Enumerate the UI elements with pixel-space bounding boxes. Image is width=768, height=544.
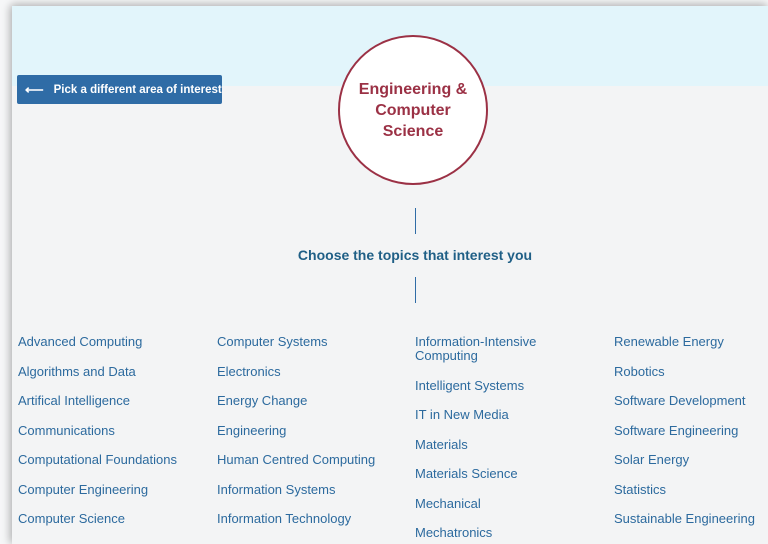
topic-link[interactable]: Artifical Intelligence: [18, 394, 177, 408]
topic-link[interactable]: Mechanical: [415, 496, 565, 511]
topic-link[interactable]: IT in New Media: [415, 408, 565, 422]
back-to-areas-button[interactable]: ⟵ Pick a different area of interest: [17, 75, 222, 104]
topic-link[interactable]: Information Technology: [217, 512, 375, 526]
topic-link[interactable]: Communications: [18, 423, 177, 438]
topic-link[interactable]: Software Development: [614, 394, 755, 408]
topic-link[interactable]: Energy Change: [217, 394, 375, 408]
topic-link[interactable]: Electronics: [217, 364, 375, 379]
connector-line-top: [415, 208, 416, 234]
topic-link[interactable]: Solar Energy: [614, 453, 755, 467]
area-title: Engineering & Computer Science: [358, 80, 468, 140]
topic-link[interactable]: Statistics: [614, 482, 755, 497]
topic-link[interactable]: Materials Science: [415, 467, 565, 481]
topic-link[interactable]: Materials: [415, 437, 565, 452]
topic-link[interactable]: Mechatronics: [415, 526, 565, 540]
topic-column-3: Information-Intensive Computing Intellig…: [415, 335, 565, 544]
page-background: ⟵ Pick a different area of interest Engi…: [0, 0, 768, 544]
topic-link[interactable]: Advanced Computing: [18, 335, 177, 349]
topic-link[interactable]: Computer Science: [18, 512, 177, 526]
topic-link[interactable]: Software Engineering: [614, 423, 755, 438]
topic-link[interactable]: Robotics: [614, 364, 755, 379]
topic-link[interactable]: Human Centred Computing: [217, 453, 375, 467]
topic-column-4: Renewable Energy Robotics Software Devel…: [614, 335, 755, 542]
topic-link[interactable]: Engineering: [217, 423, 375, 438]
topic-link[interactable]: Renewable Energy: [614, 335, 755, 349]
topic-link[interactable]: Information-Intensive Computing: [415, 335, 565, 363]
topic-link[interactable]: Information Systems: [217, 482, 375, 497]
back-button-label: Pick a different area of interest: [53, 83, 222, 96]
topic-link[interactable]: Algorithms and Data: [18, 364, 177, 379]
topic-picker-window: ⟵ Pick a different area of interest Engi…: [12, 6, 768, 544]
topic-column-2: Computer Systems Electronics Energy Chan…: [217, 335, 375, 542]
area-badge: Engineering & Computer Science: [338, 35, 488, 185]
connector-line-bottom: [415, 277, 416, 303]
topic-column-1: Advanced Computing Algorithms and Data A…: [18, 335, 177, 542]
topic-link[interactable]: Computational Foundations: [18, 453, 177, 467]
topic-link[interactable]: Computer Engineering: [18, 482, 177, 497]
topic-link[interactable]: Intelligent Systems: [415, 378, 565, 393]
topic-link[interactable]: Computer Systems: [217, 335, 375, 349]
topic-link[interactable]: Sustainable Engineering: [614, 512, 755, 526]
topics-heading: Choose the topics that interest you: [297, 247, 533, 263]
arrow-left-icon: ⟵: [25, 81, 44, 97]
